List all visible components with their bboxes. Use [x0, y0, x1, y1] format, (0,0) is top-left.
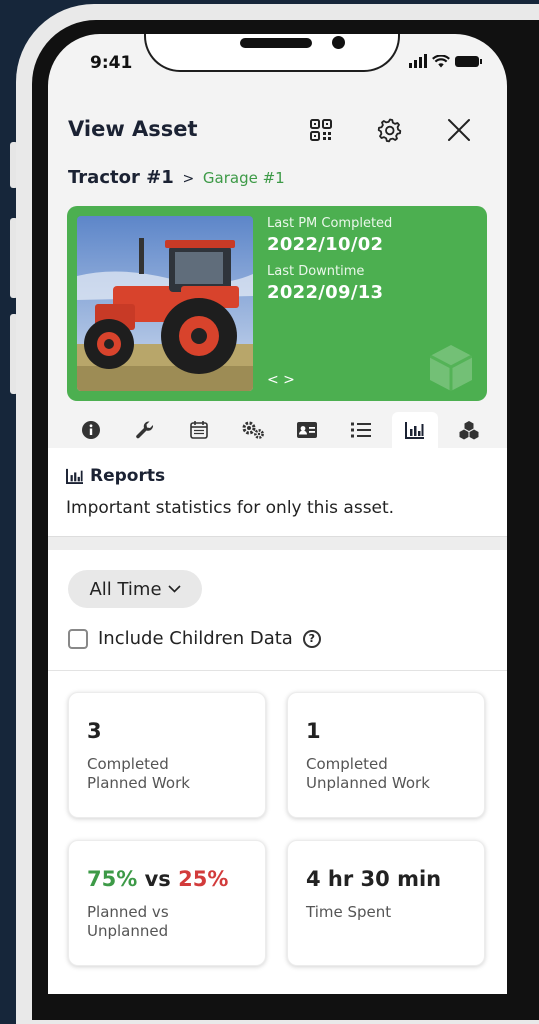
- vs-text: vs: [144, 867, 171, 891]
- tab-parts[interactable]: [230, 412, 276, 448]
- last-pm-label: Last PM Completed: [267, 216, 393, 231]
- unplanned-work-label: Completed Unplanned Work: [306, 755, 430, 792]
- tab-details[interactable]: [284, 412, 330, 448]
- last-pm-value: 2022/10/02: [267, 234, 384, 255]
- include-children-row: Include Children Data ?: [68, 628, 321, 649]
- cellular-signal-icon: [409, 54, 427, 68]
- gears-icon: [242, 421, 264, 439]
- last-downtime-label: Last Downtime: [267, 264, 365, 279]
- app-screen: 9:41 View Asset Tractor #1 > Garage #1 L…: [48, 34, 507, 994]
- tab-reports[interactable]: [392, 412, 438, 448]
- wrench-icon: [136, 421, 154, 439]
- cube-icon: [429, 345, 473, 391]
- image-carousel-arrows[interactable]: < >: [267, 372, 295, 388]
- last-downtime-value: 2022/09/13: [267, 282, 384, 303]
- planned-vs-unplanned-label: Planned vs Unplanned: [87, 903, 169, 940]
- include-children-checkbox[interactable]: [68, 628, 88, 649]
- reports-header-panel: Reports Important statistics for only th…: [48, 448, 507, 536]
- close-icon: [448, 119, 470, 141]
- tractor-image: [77, 216, 253, 391]
- asset-tabs: [48, 412, 507, 448]
- include-children-label[interactable]: Include Children Data: [98, 628, 293, 649]
- battery-icon: [455, 55, 482, 67]
- status-icons: [409, 54, 482, 68]
- breadcrumb-asset: Tractor #1: [68, 167, 174, 188]
- planned-percent: 75%: [87, 867, 138, 891]
- stat-card-planned-work[interactable]: 3 Completed Planned Work: [68, 692, 266, 818]
- unplanned-percent: 25%: [178, 867, 229, 891]
- section-divider: [48, 536, 507, 551]
- notch: [144, 34, 400, 72]
- wifi-icon: [432, 54, 450, 67]
- stat-card-unplanned-work[interactable]: 1 Completed Unplanned Work: [287, 692, 485, 818]
- planned-work-label: Completed Planned Work: [87, 755, 190, 792]
- gear-icon: [377, 118, 402, 143]
- stat-card-time-spent[interactable]: 4 hr 30 min Time Spent: [287, 840, 485, 966]
- stat-card-planned-vs-unplanned[interactable]: 75% vs 25% Planned vs Unplanned: [68, 840, 266, 966]
- planned-vs-unplanned-value: 75% vs 25%: [87, 867, 228, 891]
- time-range-value: All Time: [89, 578, 162, 600]
- tab-components[interactable]: [446, 412, 492, 448]
- planned-work-count: 3: [87, 719, 102, 743]
- front-camera: [332, 36, 345, 49]
- id-card-icon: [297, 422, 317, 438]
- unplanned-work-count: 1: [306, 719, 321, 743]
- list-icon: [351, 422, 371, 438]
- status-time: 9:41: [90, 53, 133, 73]
- chevron-down-icon: [167, 585, 181, 593]
- info-icon: [82, 421, 100, 439]
- tab-list[interactable]: [338, 412, 384, 448]
- calendar-icon: [190, 421, 208, 439]
- tab-maintenance[interactable]: [122, 412, 168, 448]
- time-spent-value: 4 hr 30 min: [306, 867, 442, 891]
- qr-code-button[interactable]: [306, 115, 336, 145]
- time-range-dropdown[interactable]: All Time: [68, 570, 202, 608]
- cubes-icon: [459, 421, 479, 440]
- breadcrumb-location-link[interactable]: Garage #1: [203, 169, 285, 187]
- asset-summary-card: Last PM Completed 2022/10/02 Last Downti…: [67, 206, 487, 401]
- page-title: View Asset: [68, 117, 198, 141]
- time-spent-label: Time Spent: [306, 903, 392, 921]
- reports-title: Reports: [66, 466, 165, 486]
- divider: [48, 670, 507, 671]
- qr-code-icon: [310, 119, 332, 141]
- chart-icon: [66, 468, 83, 484]
- settings-button[interactable]: [375, 115, 405, 145]
- breadcrumb: Tractor #1 > Garage #1: [68, 167, 285, 188]
- breadcrumb-separator: >: [182, 171, 195, 187]
- reports-description: Important statistics for only this asset…: [66, 498, 395, 518]
- reports-content: All Time Include Children Data ? 3 Compl…: [48, 550, 507, 994]
- chart-icon: [405, 422, 424, 439]
- tab-info[interactable]: [68, 412, 114, 448]
- reports-title-text: Reports: [90, 466, 166, 486]
- tab-schedule[interactable]: [176, 412, 222, 448]
- help-icon[interactable]: ?: [302, 629, 321, 648]
- close-button[interactable]: [444, 115, 474, 145]
- speaker: [240, 38, 312, 48]
- asset-photo[interactable]: [77, 216, 253, 391]
